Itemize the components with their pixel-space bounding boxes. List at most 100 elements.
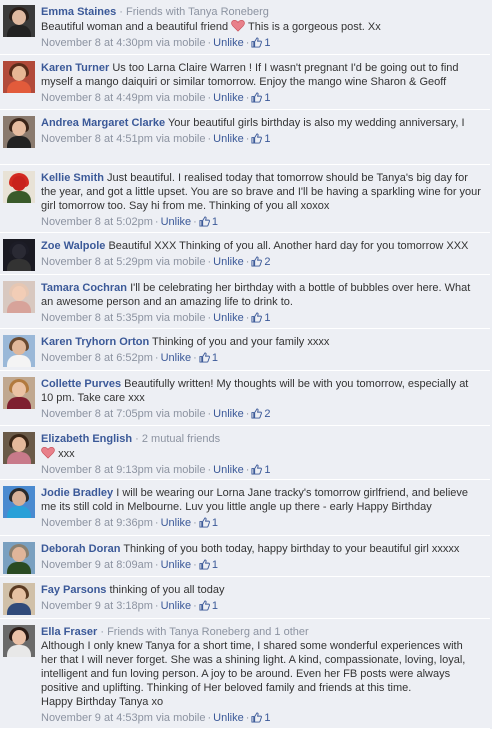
comment: Andrea Margaret Clarke Your beautiful gi…: [0, 111, 490, 165]
like-count[interactable]: 1: [264, 133, 270, 145]
avatar[interactable]: [3, 583, 35, 615]
avatar[interactable]: [3, 486, 35, 518]
thumbs-up-icon[interactable]: [199, 352, 210, 363]
comment-timestamp[interactable]: November 8 at 7:05pm via mobile: [41, 408, 205, 420]
commenter-name[interactable]: Kellie Smith: [41, 172, 104, 184]
avatar[interactable]: [3, 281, 35, 313]
unlike-link[interactable]: Unlike: [161, 352, 192, 364]
thumbs-up-icon[interactable]: [199, 517, 210, 528]
comment: Tamara Cochran I'll be celebrating her b…: [0, 276, 490, 329]
unlike-link[interactable]: Unlike: [213, 92, 244, 104]
comment-actions: November 8 at 4:49pm via mobile · Unlike · 1: [41, 92, 271, 104]
comment-timestamp[interactable]: November 8 at 9:13pm via mobile: [41, 464, 205, 476]
unlike-link[interactable]: Unlike: [213, 464, 244, 476]
comment-text: Beautiful woman and a beautiful friend: [41, 21, 229, 33]
thumbs-up-icon[interactable]: [199, 600, 210, 611]
comment-timestamp[interactable]: November 9 at 8:09am: [41, 559, 153, 571]
commenter-name[interactable]: Emma Staines: [41, 6, 116, 18]
like-count[interactable]: 1: [264, 712, 270, 724]
comment-text: Your beautiful girls birthday is also my…: [167, 117, 465, 129]
comment-text: Although I only knew Tanya for a short t…: [41, 640, 466, 694]
avatar[interactable]: [3, 61, 35, 93]
comment-body: Elizabeth English · 2 mutual friends xxx…: [41, 432, 481, 477]
commenter-name[interactable]: Zoe Walpole: [41, 240, 105, 252]
comment-timestamp[interactable]: November 8 at 5:02pm: [41, 216, 153, 228]
comment-actions: November 8 at 5:29pm via mobile · Unlike · 2: [41, 256, 271, 268]
like-count[interactable]: 1: [264, 92, 270, 104]
commenter-name[interactable]: Jodie Bradley: [41, 487, 113, 499]
comment-timestamp[interactable]: November 8 at 6:52pm: [41, 352, 153, 364]
commenter-name[interactable]: Fay Parsons: [41, 584, 106, 596]
comment-timestamp[interactable]: November 8 at 4:49pm via mobile: [41, 92, 205, 104]
avatar[interactable]: [3, 116, 35, 148]
thumbs-up-icon[interactable]: [199, 559, 210, 570]
avatar[interactable]: [3, 432, 35, 464]
unlike-link[interactable]: Unlike: [161, 517, 192, 529]
like-count[interactable]: 1: [212, 216, 218, 228]
heart-emoticon-icon: [41, 446, 55, 459]
unlike-link[interactable]: Unlike: [161, 600, 192, 612]
heart-emoticon-icon: [231, 19, 245, 32]
commenter-name[interactable]: Tamara Cochran: [41, 282, 127, 294]
commenter-name[interactable]: Andrea Margaret Clarke: [41, 117, 165, 129]
unlike-link[interactable]: Unlike: [213, 133, 244, 145]
thumbs-up-icon[interactable]: [251, 256, 263, 267]
avatar[interactable]: [3, 5, 35, 37]
avatar[interactable]: [3, 542, 35, 574]
thumbs-up-icon[interactable]: [251, 37, 263, 48]
like-count[interactable]: 1: [212, 517, 218, 529]
unlike-link[interactable]: Unlike: [213, 312, 244, 324]
avatar[interactable]: [3, 625, 35, 657]
unlike-link[interactable]: Unlike: [161, 559, 192, 571]
thumbs-up-icon[interactable]: [251, 92, 263, 103]
commenter-name[interactable]: Deborah Doran: [41, 543, 120, 555]
unlike-link[interactable]: Unlike: [213, 37, 244, 49]
avatar[interactable]: [3, 377, 35, 409]
thumbs-up-icon[interactable]: [251, 464, 263, 475]
comment-actions: November 9 at 8:09am · Unlike · 1: [41, 559, 218, 571]
commenter-name[interactable]: Collette Purves: [41, 378, 121, 390]
comment-body: Jodie Bradley I will be wearing our Lorn…: [41, 486, 481, 530]
like-count[interactable]: 1: [212, 600, 218, 612]
comment-timestamp[interactable]: November 8 at 4:30pm via mobile: [41, 37, 205, 49]
comment: Jodie Bradley I will be wearing our Lorn…: [0, 481, 490, 536]
like-count[interactable]: 1: [264, 464, 270, 476]
comment-actions: November 8 at 4:30pm via mobile · Unlike · 1: [41, 37, 271, 49]
thumbs-up-icon[interactable]: [251, 408, 263, 419]
comment-timestamp[interactable]: November 9 at 3:18pm: [41, 600, 153, 612]
comment-timestamp[interactable]: November 8 at 4:51pm via mobile: [41, 133, 205, 145]
commenter-name[interactable]: Karen Tryhorn Orton: [41, 336, 149, 348]
avatar[interactable]: [3, 335, 35, 367]
comment-text: Thinking of you both today, happy birthd…: [123, 543, 460, 555]
commenter-name[interactable]: Elizabeth English: [41, 433, 132, 445]
unlike-link[interactable]: Unlike: [161, 216, 192, 228]
comment-timestamp[interactable]: November 8 at 5:29pm via mobile: [41, 256, 205, 268]
avatar[interactable]: [3, 239, 35, 271]
like-count[interactable]: 1: [212, 559, 218, 571]
unlike-link[interactable]: Unlike: [213, 408, 244, 420]
commenter-name[interactable]: Karen Turner: [41, 62, 109, 74]
like-count[interactable]: 1: [212, 352, 218, 364]
comment-actions: November 8 at 5:35pm via mobile · Unlike · 1: [41, 312, 271, 324]
thumbs-up-icon[interactable]: [251, 133, 263, 144]
comment-actions: November 8 at 9:36pm · Unlike · 1: [41, 517, 218, 529]
commenter-meta: · Friends with Tanya Roneberg and 1 othe…: [100, 626, 309, 638]
like-count[interactable]: 1: [264, 312, 270, 324]
thumbs-up-icon[interactable]: [199, 216, 210, 227]
commenter-name[interactable]: Ella Fraser: [41, 626, 97, 638]
comment-actions: November 9 at 3:18pm · Unlike · 1: [41, 600, 218, 612]
comment-text: Just beautiful. I realised today that to…: [41, 172, 481, 212]
thumbs-up-icon[interactable]: [251, 712, 263, 723]
unlike-link[interactable]: Unlike: [213, 712, 244, 724]
like-count[interactable]: 1: [264, 37, 270, 49]
like-count[interactable]: 2: [264, 408, 270, 420]
comment-actions: November 8 at 4:51pm via mobile · Unlike · 1: [41, 133, 271, 145]
comment: Karen Turner Us too Larna Claire Warren …: [0, 56, 490, 110]
comment-timestamp[interactable]: November 8 at 5:35pm via mobile: [41, 312, 205, 324]
unlike-link[interactable]: Unlike: [213, 256, 244, 268]
comment-timestamp[interactable]: November 9 at 4:53pm via mobile: [41, 712, 205, 724]
avatar[interactable]: [3, 171, 35, 203]
thumbs-up-icon[interactable]: [251, 312, 263, 323]
comment-timestamp[interactable]: November 8 at 9:36pm: [41, 517, 153, 529]
like-count[interactable]: 2: [264, 256, 270, 268]
